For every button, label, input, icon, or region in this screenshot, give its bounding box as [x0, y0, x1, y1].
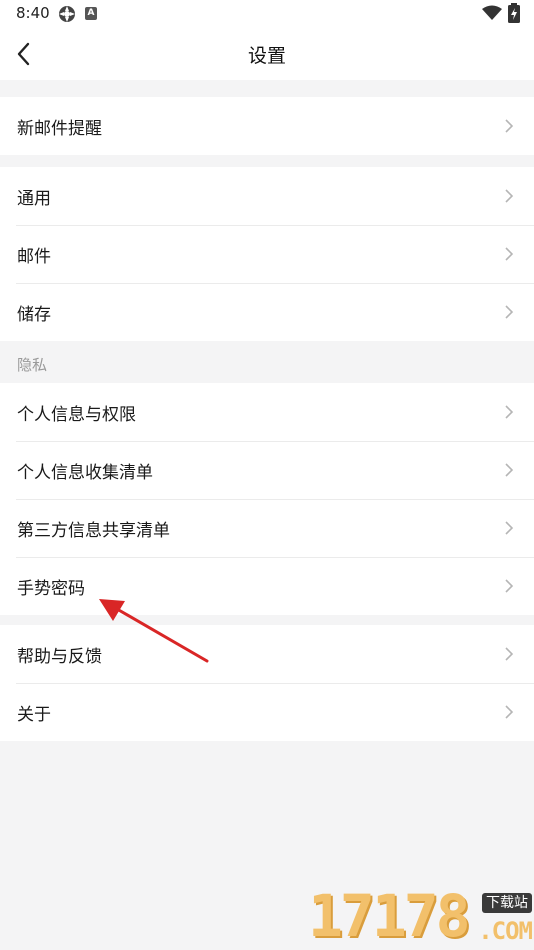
settings-page: 8:40 A 设置 新邮件提醒 通用 邮件 储存 隐私 个人信息与权限 个人信息… — [0, 0, 534, 950]
section-title: 隐私 — [17, 356, 48, 374]
status-bar: 8:40 A — [0, 0, 534, 28]
chevron-right-icon — [505, 579, 514, 593]
privacy-group: 个人信息与权限 个人信息收集清单 第三方信息共享清单 手势密码 — [0, 383, 534, 615]
watermark-badge: 下载站 — [482, 893, 532, 913]
chevron-right-icon — [505, 463, 514, 477]
notification-group: 新邮件提醒 — [0, 97, 534, 155]
settings-item-label: 个人信息与权限 — [17, 405, 136, 425]
chevron-right-icon — [505, 521, 514, 535]
app-notification-icon — [59, 6, 75, 22]
page-title: 设置 — [247, 45, 286, 67]
chevron-right-icon — [505, 705, 514, 719]
settings-item-label: 储存 — [17, 305, 51, 325]
status-time: 8:40 — [16, 4, 50, 22]
chevron-right-icon — [505, 189, 514, 203]
settings-item-general[interactable]: 通用 — [0, 167, 534, 225]
settings-item-label: 个人信息收集清单 — [17, 463, 153, 483]
watermark-suffix: .COM — [478, 917, 533, 945]
general-group: 通用 邮件 储存 — [0, 167, 534, 341]
settings-item-mail[interactable]: 邮件 — [0, 225, 534, 283]
settings-item-third-party-sharing-list[interactable]: 第三方信息共享清单 — [0, 499, 534, 557]
settings-item-about[interactable]: 关于 — [0, 683, 534, 741]
top-bar: 设置 — [0, 28, 534, 80]
chevron-right-icon — [505, 247, 514, 261]
settings-item-label: 手势密码 — [17, 579, 85, 599]
settings-item-label: 通用 — [17, 189, 51, 209]
settings-item-label: 第三方信息共享清单 — [17, 521, 170, 541]
chevron-right-icon — [505, 647, 514, 661]
annotation-arrow-icon — [99, 599, 209, 663]
help-about-group: 帮助与反馈 关于 — [0, 625, 534, 741]
settings-item-label: 邮件 — [17, 247, 51, 267]
settings-item-new-mail-alert[interactable]: 新邮件提醒 — [0, 97, 534, 155]
section-header-privacy: 隐私 — [0, 341, 534, 383]
keyboard-notification-icon: A — [85, 7, 97, 20]
settings-item-gesture-password[interactable]: 手势密码 — [0, 557, 534, 615]
settings-item-personal-info-permissions[interactable]: 个人信息与权限 — [0, 383, 534, 441]
chevron-right-icon — [505, 405, 514, 419]
settings-item-label: 关于 — [17, 705, 51, 725]
settings-item-personal-info-collection-list[interactable]: 个人信息收集清单 — [0, 441, 534, 499]
chevron-right-icon — [505, 119, 514, 133]
wifi-icon — [482, 5, 502, 20]
watermark-logo: 17178 下载站 .COM — [308, 885, 534, 950]
chevron-right-icon — [505, 305, 514, 319]
settings-item-help-feedback[interactable]: 帮助与反馈 — [0, 625, 534, 683]
battery-icon — [508, 3, 520, 23]
settings-item-label: 帮助与反馈 — [17, 647, 102, 667]
watermark-number: 17178 — [308, 882, 471, 950]
settings-item-label: 新邮件提醒 — [17, 119, 102, 139]
settings-item-storage[interactable]: 储存 — [0, 283, 534, 341]
